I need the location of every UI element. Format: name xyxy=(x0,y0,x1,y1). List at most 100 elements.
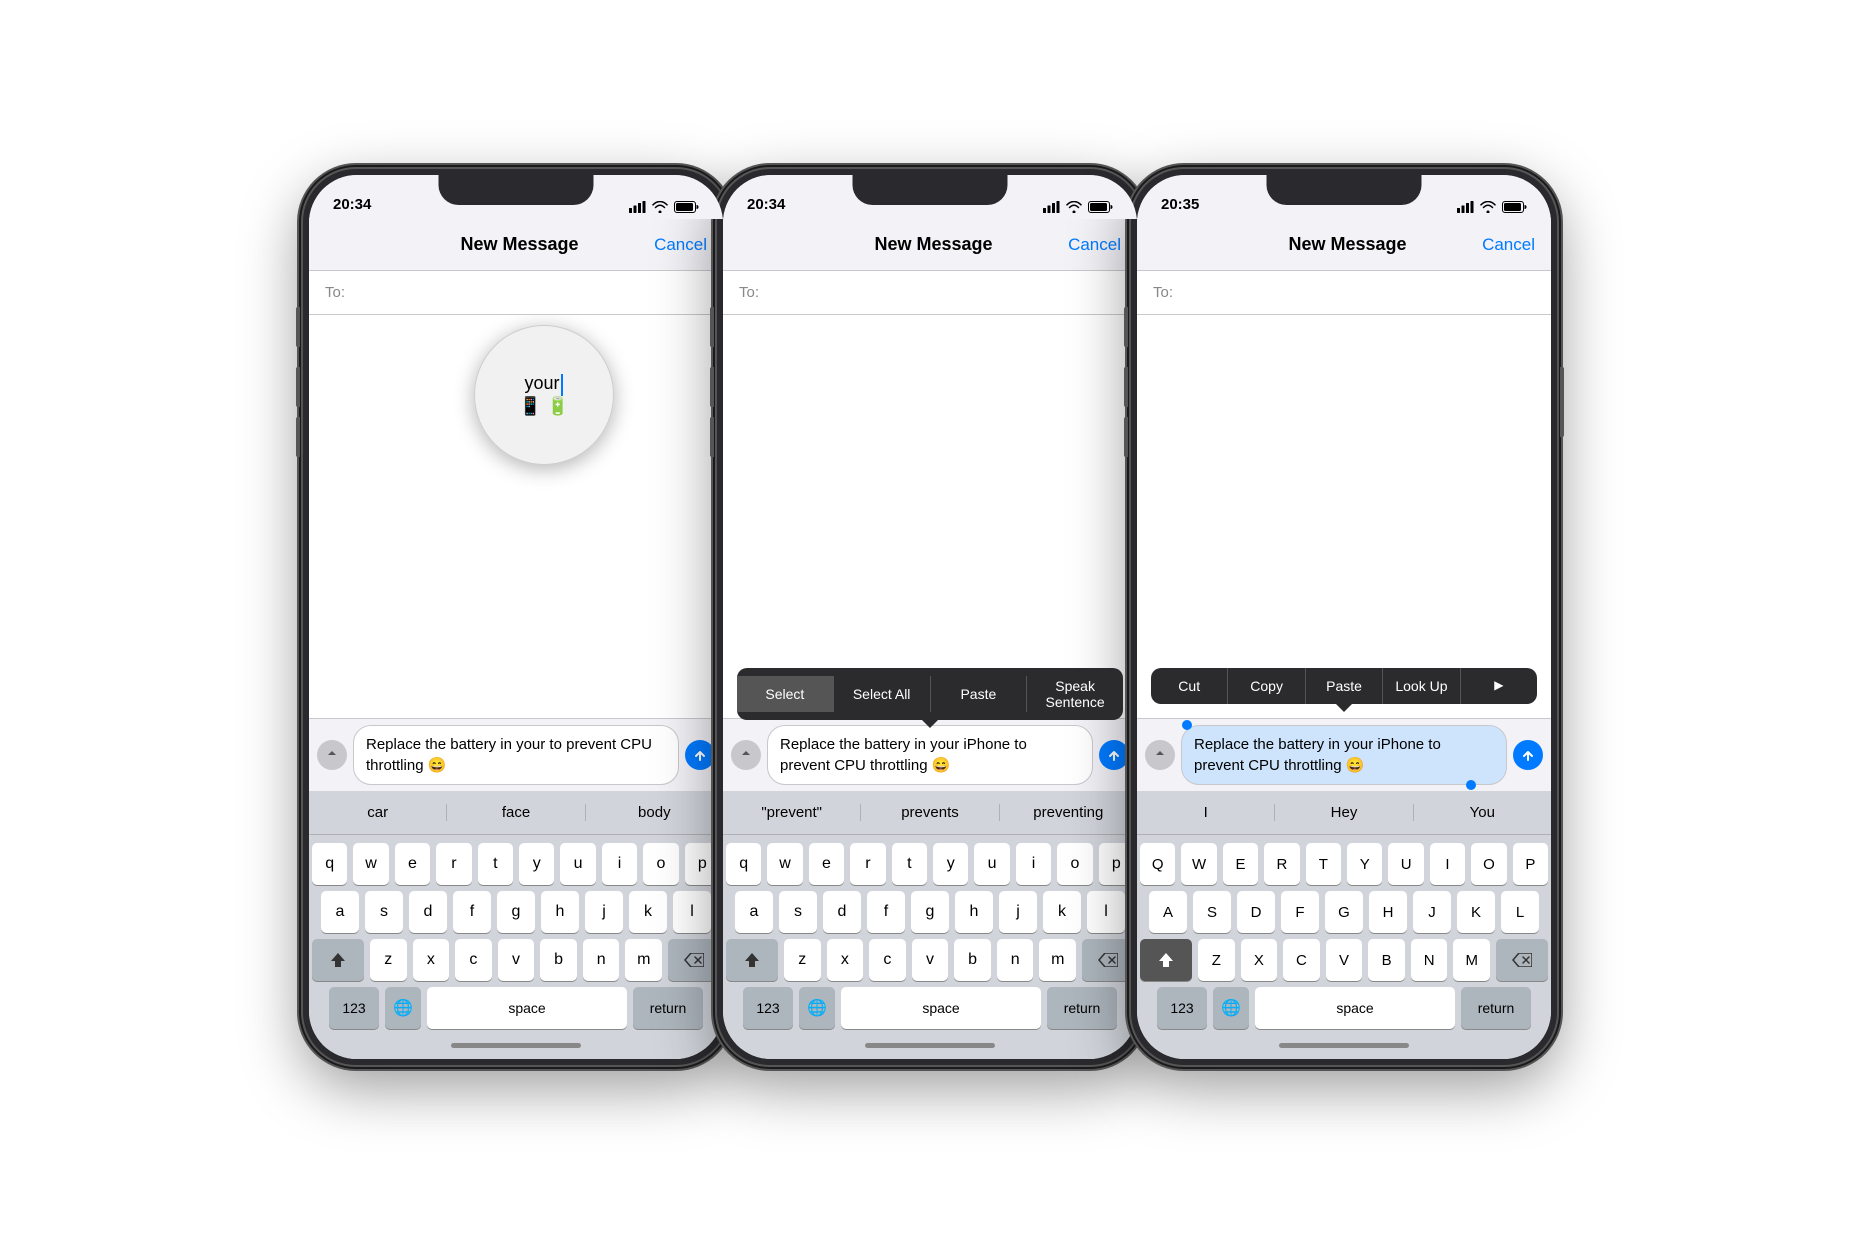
key2-k[interactable]: k xyxy=(1043,891,1081,933)
key-y[interactable]: y xyxy=(519,843,554,885)
pred-item-1-1[interactable]: face xyxy=(447,804,585,821)
pred-item-3-0[interactable]: I xyxy=(1137,804,1275,821)
key-b[interactable]: b xyxy=(540,939,577,981)
context-menu-cut[interactable]: Cut xyxy=(1151,668,1228,704)
space-key-1[interactable]: space xyxy=(427,987,627,1029)
cancel-button-3[interactable]: Cancel xyxy=(1482,235,1535,255)
key2-b[interactable]: b xyxy=(954,939,991,981)
key-h[interactable]: h xyxy=(541,891,579,933)
key3-L[interactable]: L xyxy=(1501,891,1539,933)
shift-key-2[interactable] xyxy=(726,939,778,981)
pred-item-3-2[interactable]: You xyxy=(1414,804,1551,821)
key3-Y[interactable]: Y xyxy=(1347,843,1382,885)
key-a[interactable]: a xyxy=(321,891,359,933)
key-k[interactable]: k xyxy=(629,891,667,933)
send-button-2[interactable] xyxy=(1099,740,1129,770)
num-key-3[interactable]: 123 xyxy=(1157,987,1207,1029)
return-key-1[interactable]: return xyxy=(633,987,703,1029)
input-bubble-1[interactable]: Replace the battery in your to prevent C… xyxy=(353,725,679,785)
key3-Z[interactable]: Z xyxy=(1198,939,1235,981)
key-l[interactable]: l xyxy=(673,891,711,933)
key2-w[interactable]: w xyxy=(767,843,802,885)
send-button-3[interactable] xyxy=(1513,740,1543,770)
cancel-button-2[interactable]: Cancel xyxy=(1068,235,1121,255)
emoji-key-2[interactable]: 🌐 xyxy=(799,987,835,1029)
key3-A[interactable]: A xyxy=(1149,891,1187,933)
key-i[interactable]: i xyxy=(602,843,637,885)
key-c[interactable]: c xyxy=(455,939,492,981)
key2-h[interactable]: h xyxy=(955,891,993,933)
emoji-key-1[interactable]: 🌐 xyxy=(385,987,421,1029)
key-x[interactable]: x xyxy=(413,939,450,981)
pred-item-3-1[interactable]: Hey xyxy=(1275,804,1413,821)
context-menu-paste-3[interactable]: Paste xyxy=(1306,668,1383,704)
shift-key-1[interactable] xyxy=(312,939,364,981)
key-r[interactable]: r xyxy=(436,843,471,885)
key-n[interactable]: n xyxy=(583,939,620,981)
return-key-3[interactable]: return xyxy=(1461,987,1531,1029)
key-s[interactable]: s xyxy=(365,891,403,933)
key-v[interactable]: v xyxy=(498,939,535,981)
to-field-2[interactable]: To: xyxy=(723,271,1137,315)
input-bubble-3[interactable]: Replace the battery in your iPhone to pr… xyxy=(1181,725,1507,785)
key3-G[interactable]: G xyxy=(1325,891,1363,933)
key2-m[interactable]: m xyxy=(1039,939,1076,981)
shift-key-3[interactable] xyxy=(1140,939,1192,981)
key2-s[interactable]: s xyxy=(779,891,817,933)
delete-key-3[interactable] xyxy=(1496,939,1548,981)
key2-y[interactable]: y xyxy=(933,843,968,885)
key2-g[interactable]: g xyxy=(911,891,949,933)
delete-key-1[interactable] xyxy=(668,939,720,981)
key3-B[interactable]: B xyxy=(1368,939,1405,981)
context-menu-more[interactable]: ▶ xyxy=(1461,668,1537,702)
pred-item-2-0[interactable]: "prevent" xyxy=(723,804,861,821)
space-key-2[interactable]: space xyxy=(841,987,1041,1029)
num-key-2[interactable]: 123 xyxy=(743,987,793,1029)
key3-I[interactable]: I xyxy=(1430,843,1465,885)
key-m[interactable]: m xyxy=(625,939,662,981)
delete-key-2[interactable] xyxy=(1082,939,1134,981)
key2-u[interactable]: u xyxy=(974,843,1009,885)
key-q[interactable]: q xyxy=(312,843,347,885)
key3-J[interactable]: J xyxy=(1413,891,1451,933)
key2-x[interactable]: x xyxy=(827,939,864,981)
expand-button-3[interactable] xyxy=(1145,740,1175,770)
key2-f[interactable]: f xyxy=(867,891,905,933)
key3-D[interactable]: D xyxy=(1237,891,1275,933)
context-menu-lookup[interactable]: Look Up xyxy=(1383,668,1460,704)
emoji-key-3[interactable]: 🌐 xyxy=(1213,987,1249,1029)
key3-X[interactable]: X xyxy=(1241,939,1278,981)
key3-H[interactable]: H xyxy=(1369,891,1407,933)
key2-o[interactable]: o xyxy=(1057,843,1092,885)
key3-R[interactable]: R xyxy=(1264,843,1299,885)
key2-r[interactable]: r xyxy=(850,843,885,885)
key-j[interactable]: j xyxy=(585,891,623,933)
key3-O[interactable]: O xyxy=(1471,843,1506,885)
key2-q[interactable]: q xyxy=(726,843,761,885)
pred-item-2-2[interactable]: preventing xyxy=(1000,804,1137,821)
key3-N[interactable]: N xyxy=(1411,939,1448,981)
key2-v[interactable]: v xyxy=(912,939,949,981)
key3-T[interactable]: T xyxy=(1306,843,1341,885)
key-o[interactable]: o xyxy=(643,843,678,885)
key2-l[interactable]: l xyxy=(1087,891,1125,933)
space-key-3[interactable]: space xyxy=(1255,987,1455,1029)
key2-c[interactable]: c xyxy=(869,939,906,981)
key-w[interactable]: w xyxy=(353,843,388,885)
key3-P[interactable]: P xyxy=(1513,843,1548,885)
return-key-2[interactable]: return xyxy=(1047,987,1117,1029)
key-z[interactable]: z xyxy=(370,939,407,981)
to-field-3[interactable]: To: xyxy=(1137,271,1551,315)
key2-n[interactable]: n xyxy=(997,939,1034,981)
key2-t[interactable]: t xyxy=(892,843,927,885)
key3-F[interactable]: F xyxy=(1281,891,1319,933)
cancel-button-1[interactable]: Cancel xyxy=(654,235,707,255)
pred-item-1-0[interactable]: car xyxy=(309,804,447,821)
expand-button-1[interactable] xyxy=(317,740,347,770)
context-menu-select[interactable]: Select xyxy=(737,676,834,712)
key2-e[interactable]: e xyxy=(809,843,844,885)
send-button-1[interactable] xyxy=(685,740,715,770)
key-f[interactable]: f xyxy=(453,891,491,933)
key2-i[interactable]: i xyxy=(1016,843,1051,885)
key3-S[interactable]: S xyxy=(1193,891,1231,933)
